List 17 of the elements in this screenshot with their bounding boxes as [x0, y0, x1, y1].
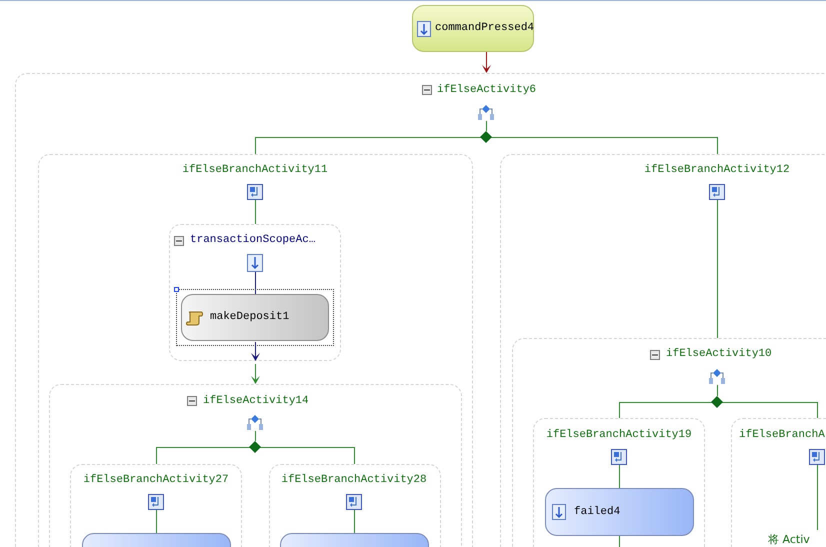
activity-title: ifElseActivity10 [666, 347, 772, 361]
activity-title: ifElseBranchActivity12 [643, 163, 791, 177]
activity-title: ifElseBranchActivity11 [181, 163, 329, 177]
activity-title: ifElseActivity6 [437, 83, 536, 97]
activity-title: ifElseBranchActivity28 [280, 473, 428, 487]
activity-title: ifElseBranchA [739, 428, 825, 442]
code-activity-node[interactable]: makeDeposit1 [181, 294, 329, 341]
activity-title: 将 Activ [768, 533, 810, 547]
event-activity-node[interactable]: commandPressed4 [412, 5, 534, 52]
activity-title: transactionScopeAc… [190, 233, 316, 247]
activity-title: ifElseBranchActivity27 [82, 473, 230, 487]
activity-label: failed4 [574, 504, 620, 520]
activity-node[interactable]: failed4 [545, 488, 694, 536]
activity-title: ifElseActivity14 [203, 394, 309, 408]
activity-label: commandPressed4 [435, 21, 534, 36]
activity-label: makeDeposit1 [210, 310, 290, 326]
activity-title: ifElseBranchActivity19 [545, 428, 693, 442]
